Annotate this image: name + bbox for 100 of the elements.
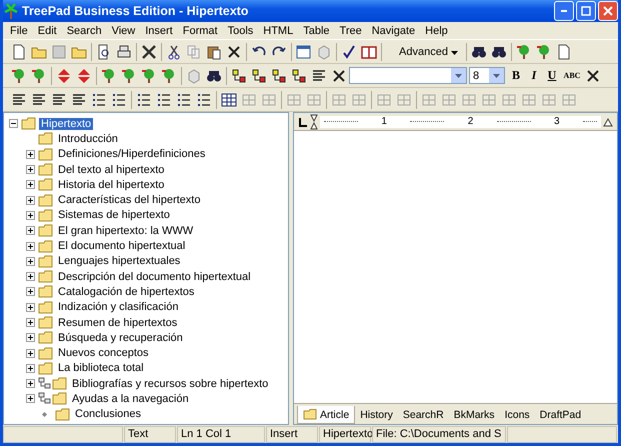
panel-tab[interactable]: History bbox=[355, 406, 398, 424]
expand-icon[interactable] bbox=[26, 287, 35, 296]
expand-icon[interactable] bbox=[26, 226, 35, 236]
outline-entry[interactable]: Catalogación de hipertextos bbox=[56, 286, 196, 298]
menu-item[interactable]: Insert bbox=[140, 24, 178, 36]
outline-entry[interactable]: Hipertexto bbox=[39, 118, 94, 130]
node-list-icon[interactable] bbox=[231, 68, 247, 84]
right-indent-marker-icon[interactable] bbox=[603, 116, 613, 126]
justify-icon[interactable] bbox=[71, 92, 87, 108]
table-cells-icon[interactable] bbox=[286, 92, 302, 108]
paste-icon[interactable] bbox=[206, 44, 222, 60]
menu-item[interactable]: Tree bbox=[334, 24, 367, 36]
delete-icon[interactable] bbox=[226, 44, 242, 60]
outline-entry[interactable]: Características del hipertexto bbox=[56, 194, 202, 206]
align-center-icon[interactable] bbox=[31, 92, 47, 108]
document-icon[interactable] bbox=[556, 44, 572, 60]
outline-entry[interactable]: Descripción del documento hipertextual bbox=[56, 270, 253, 283]
panel-tab[interactable]: SearchR bbox=[398, 406, 449, 424]
table-cells-icon[interactable] bbox=[441, 92, 457, 108]
outline-entry[interactable]: El gran hipertexto: la WWW bbox=[56, 224, 196, 237]
expand-icon[interactable] bbox=[26, 196, 35, 205]
caps-button[interactable]: ABC bbox=[561, 71, 583, 80]
expand-icon[interactable] bbox=[26, 210, 35, 220]
table-cells-icon[interactable] bbox=[521, 92, 537, 108]
expand-icon[interactable] bbox=[26, 302, 35, 312]
table-cells-icon[interactable] bbox=[461, 92, 477, 108]
menu-item[interactable]: Tools bbox=[222, 24, 258, 36]
bold-button[interactable]: B bbox=[507, 68, 525, 83]
menu-item[interactable]: Search bbox=[62, 24, 107, 36]
tab-stop-icon[interactable] bbox=[298, 116, 308, 126]
table-cells-icon[interactable] bbox=[376, 92, 392, 108]
tree-arrow-icon[interactable] bbox=[11, 68, 27, 84]
table-cells-icon[interactable] bbox=[331, 92, 347, 108]
tree-node-icon[interactable] bbox=[536, 44, 552, 60]
node-list-icon[interactable] bbox=[291, 68, 307, 84]
outline-entry[interactable]: La biblioteca total bbox=[56, 362, 146, 374]
underline-button[interactable]: U bbox=[543, 68, 561, 83]
outline-entry[interactable]: Ayudas a la navegación bbox=[70, 392, 191, 405]
menu-item[interactable]: HTML bbox=[258, 24, 298, 36]
panel-tab[interactable]: DraftPad bbox=[534, 406, 586, 424]
table-cells-icon[interactable] bbox=[396, 92, 412, 108]
indent-marker-icon[interactable] bbox=[310, 114, 318, 130]
x-box-icon[interactable] bbox=[331, 68, 347, 84]
node-list-icon[interactable] bbox=[251, 68, 267, 84]
expand-icon[interactable] bbox=[26, 379, 35, 388]
panel-tab[interactable]: Icons bbox=[500, 406, 535, 424]
outline-entry[interactable]: El documento hipertextual bbox=[56, 240, 188, 252]
table-cells-icon[interactable] bbox=[541, 92, 557, 108]
outline-entry[interactable]: Introducción bbox=[56, 132, 120, 145]
menu-item[interactable]: Edit bbox=[32, 24, 62, 36]
expand-icon[interactable] bbox=[26, 348, 35, 358]
spell-check-icon[interactable] bbox=[341, 44, 357, 60]
outline-entry[interactable]: Bibliografías y recursos sobre hipertexto bbox=[70, 378, 270, 390]
expand-icon[interactable] bbox=[26, 256, 35, 266]
outline-entry[interactable]: Definiciones/Hiperdefiniciones bbox=[56, 148, 208, 160]
align-left-icon[interactable] bbox=[11, 92, 27, 108]
outline-entry[interactable]: Lenguajes hipertextuales bbox=[56, 255, 182, 268]
outline-entry[interactable]: Sistemas de hipertexto bbox=[56, 209, 172, 222]
menu-item[interactable]: Format bbox=[178, 24, 223, 36]
italic-button[interactable]: I bbox=[525, 68, 543, 83]
search-mode-dropdown[interactable]: Advanced bbox=[384, 44, 464, 58]
font-size-combo[interactable]: 8 bbox=[469, 67, 505, 84]
expand-icon[interactable] bbox=[26, 318, 35, 327]
collapse-icon[interactable] bbox=[9, 119, 18, 128]
tree-arrow-icon[interactable] bbox=[31, 68, 47, 84]
printer-icon[interactable] bbox=[116, 44, 132, 60]
outline-entry[interactable]: Nuevos conceptos bbox=[56, 347, 150, 360]
table-cells-icon[interactable] bbox=[351, 92, 367, 108]
minimize-button[interactable] bbox=[554, 1, 574, 21]
expand-icon[interactable] bbox=[26, 364, 35, 373]
panel-tab[interactable]: Article bbox=[297, 406, 356, 424]
close-button[interactable] bbox=[598, 1, 618, 21]
expand-icon[interactable] bbox=[26, 165, 35, 174]
node-list-icon[interactable] bbox=[271, 68, 287, 84]
menu-item[interactable]: View bbox=[106, 24, 140, 36]
menu-item[interactable]: File bbox=[5, 24, 33, 36]
panel-tab[interactable]: BkMarks bbox=[448, 406, 500, 424]
table-cells-icon[interactable] bbox=[421, 92, 437, 108]
expand-icon[interactable] bbox=[26, 333, 35, 342]
menu-item[interactable]: Navigate bbox=[366, 24, 420, 36]
outline-entry[interactable]: Resumen de hipertextos bbox=[56, 316, 180, 328]
menu-item[interactable]: Help bbox=[420, 24, 453, 36]
table-icon[interactable] bbox=[221, 92, 237, 108]
maximize-button[interactable] bbox=[576, 1, 596, 21]
cut-icon[interactable] bbox=[166, 44, 182, 60]
book-icon[interactable] bbox=[361, 44, 377, 60]
table-cells-icon[interactable] bbox=[241, 92, 257, 108]
up-down-arrows-icon[interactable] bbox=[56, 68, 72, 84]
table-cells-icon[interactable] bbox=[501, 92, 517, 108]
outline-entry[interactable]: Búsqueda y recuperación bbox=[56, 332, 185, 344]
new-document-icon[interactable] bbox=[11, 44, 27, 60]
expand-icon[interactable] bbox=[26, 242, 35, 251]
table-cells-icon[interactable] bbox=[481, 92, 497, 108]
bullet-list-icon[interactable] bbox=[136, 92, 152, 108]
expand-icon[interactable] bbox=[26, 272, 35, 282]
outline-entry[interactable]: Conclusiones bbox=[73, 408, 144, 420]
menu-item[interactable]: Table bbox=[298, 24, 335, 36]
outline-entry[interactable]: Historia del hipertexto bbox=[56, 178, 166, 191]
outline-entry[interactable]: Del texto al hipertexto bbox=[56, 164, 166, 176]
table-cells-icon[interactable] bbox=[306, 92, 322, 108]
